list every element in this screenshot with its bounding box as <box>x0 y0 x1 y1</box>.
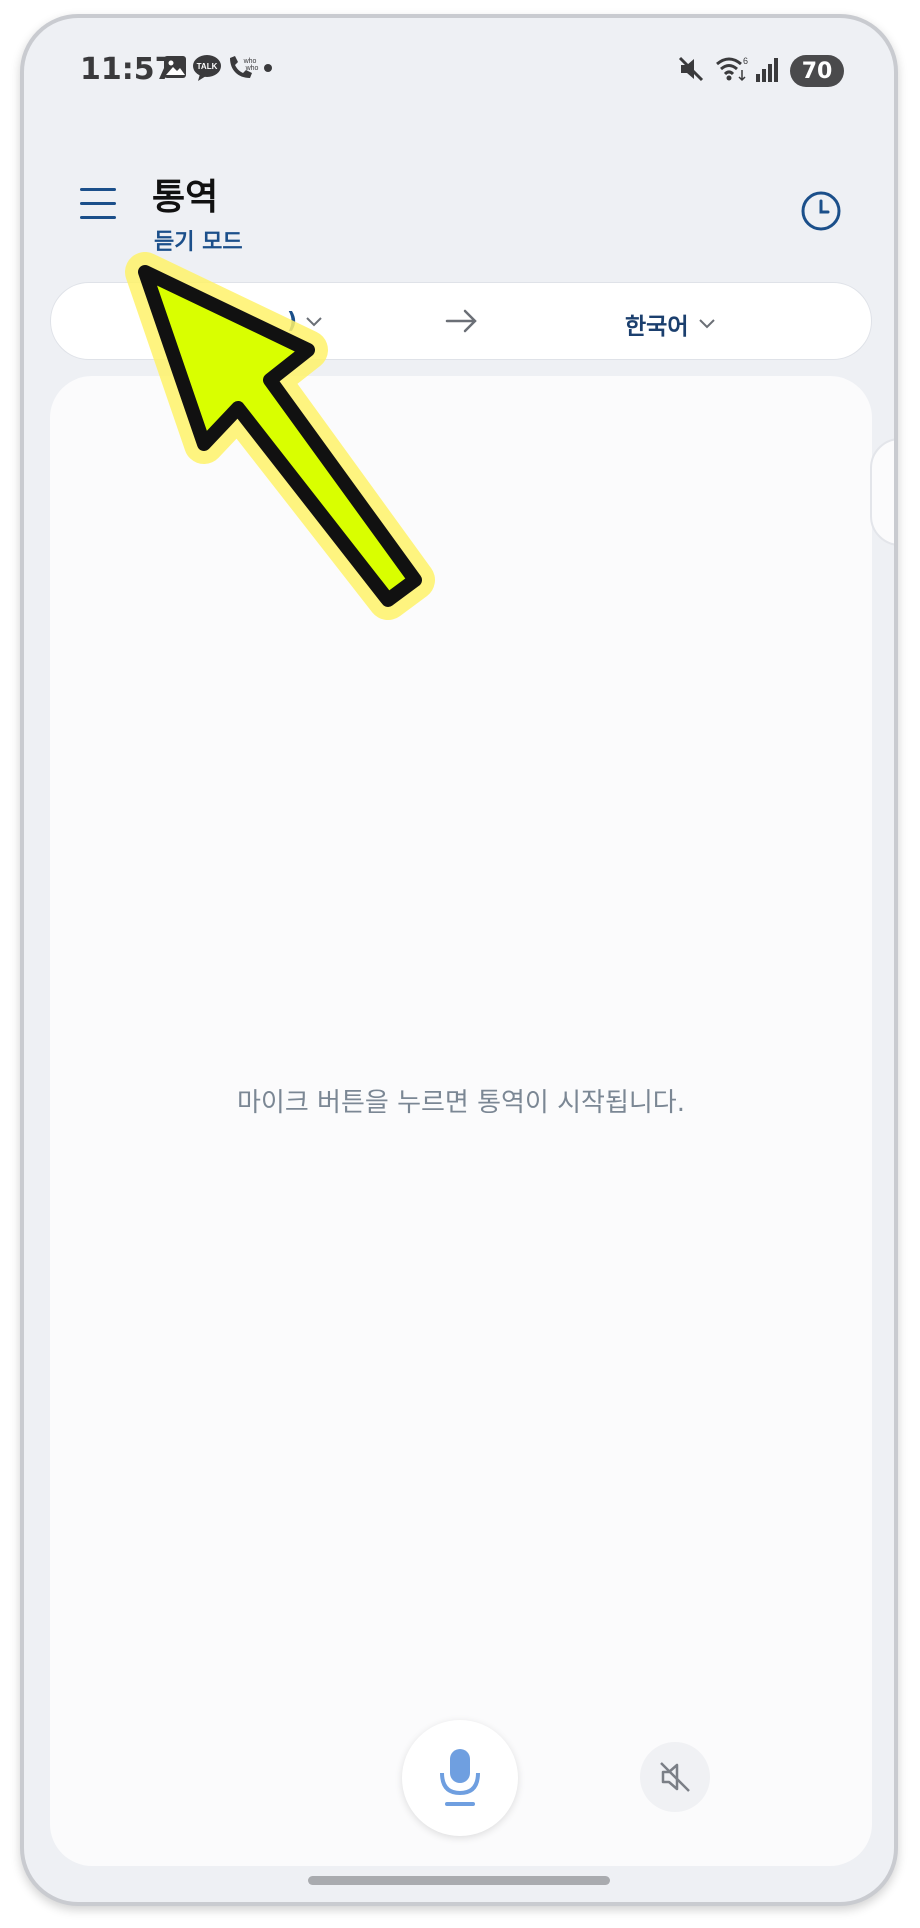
mode-subtitle[interactable]: 듣기 모드 <box>154 224 243 256</box>
chevron-down-icon <box>306 316 322 326</box>
wifi-icon: 6 <box>716 56 748 82</box>
side-panel-handle[interactable] <box>870 438 894 546</box>
microphone-icon <box>440 1749 480 1806</box>
hamburger-line <box>80 216 116 219</box>
empty-state-hint: 마이크 버튼을 누르면 통역이 시작됩니다. <box>237 1088 685 1118</box>
clock-icon[interactable] <box>800 190 842 232</box>
speaker-muted-icon <box>660 1762 690 1792</box>
battery-indicator: 70 <box>790 55 844 87</box>
chevron-down-icon <box>699 319 716 329</box>
speaker-mute-button[interactable] <box>640 1742 710 1812</box>
svg-text:who: who <box>245 65 259 72</box>
language-selector-bar: ) 한국어 <box>50 282 872 360</box>
hamburger-menu-button[interactable] <box>80 186 118 220</box>
status-bar: 11:57 TALK who who 6 70 <box>24 18 894 128</box>
svg-text:TALK: TALK <box>197 62 218 71</box>
svg-text:6: 6 <box>743 56 748 66</box>
microphone-button[interactable] <box>402 1720 518 1836</box>
home-indicator[interactable] <box>308 1876 610 1885</box>
page-title: 통역 <box>152 177 219 218</box>
svg-text:who: who <box>243 58 257 65</box>
target-language-dropdown[interactable]: 한국어 <box>625 307 716 341</box>
phone-frame: 11:57 TALK who who 6 70 통역 듣기 모드) 한국어 마… <box>20 14 898 1906</box>
translation-content-area: 마이크 버튼을 누르면 통역이 시작됩니다. <box>50 376 872 1866</box>
source-language-label: ) <box>287 309 298 334</box>
dot-icon <box>264 64 272 72</box>
target-language-label: 한국어 <box>625 314 689 340</box>
hamburger-icon <box>80 188 116 191</box>
kakaotalk-icon: TALK <box>193 55 221 81</box>
mute-icon <box>678 56 704 82</box>
arrow-right-icon <box>445 309 477 333</box>
gallery-icon <box>164 56 186 78</box>
signal-icon <box>756 58 778 82</box>
source-language-dropdown[interactable]: ) <box>287 309 323 334</box>
hamburger-line <box>80 202 116 205</box>
whowho-icon: who who <box>230 56 259 78</box>
